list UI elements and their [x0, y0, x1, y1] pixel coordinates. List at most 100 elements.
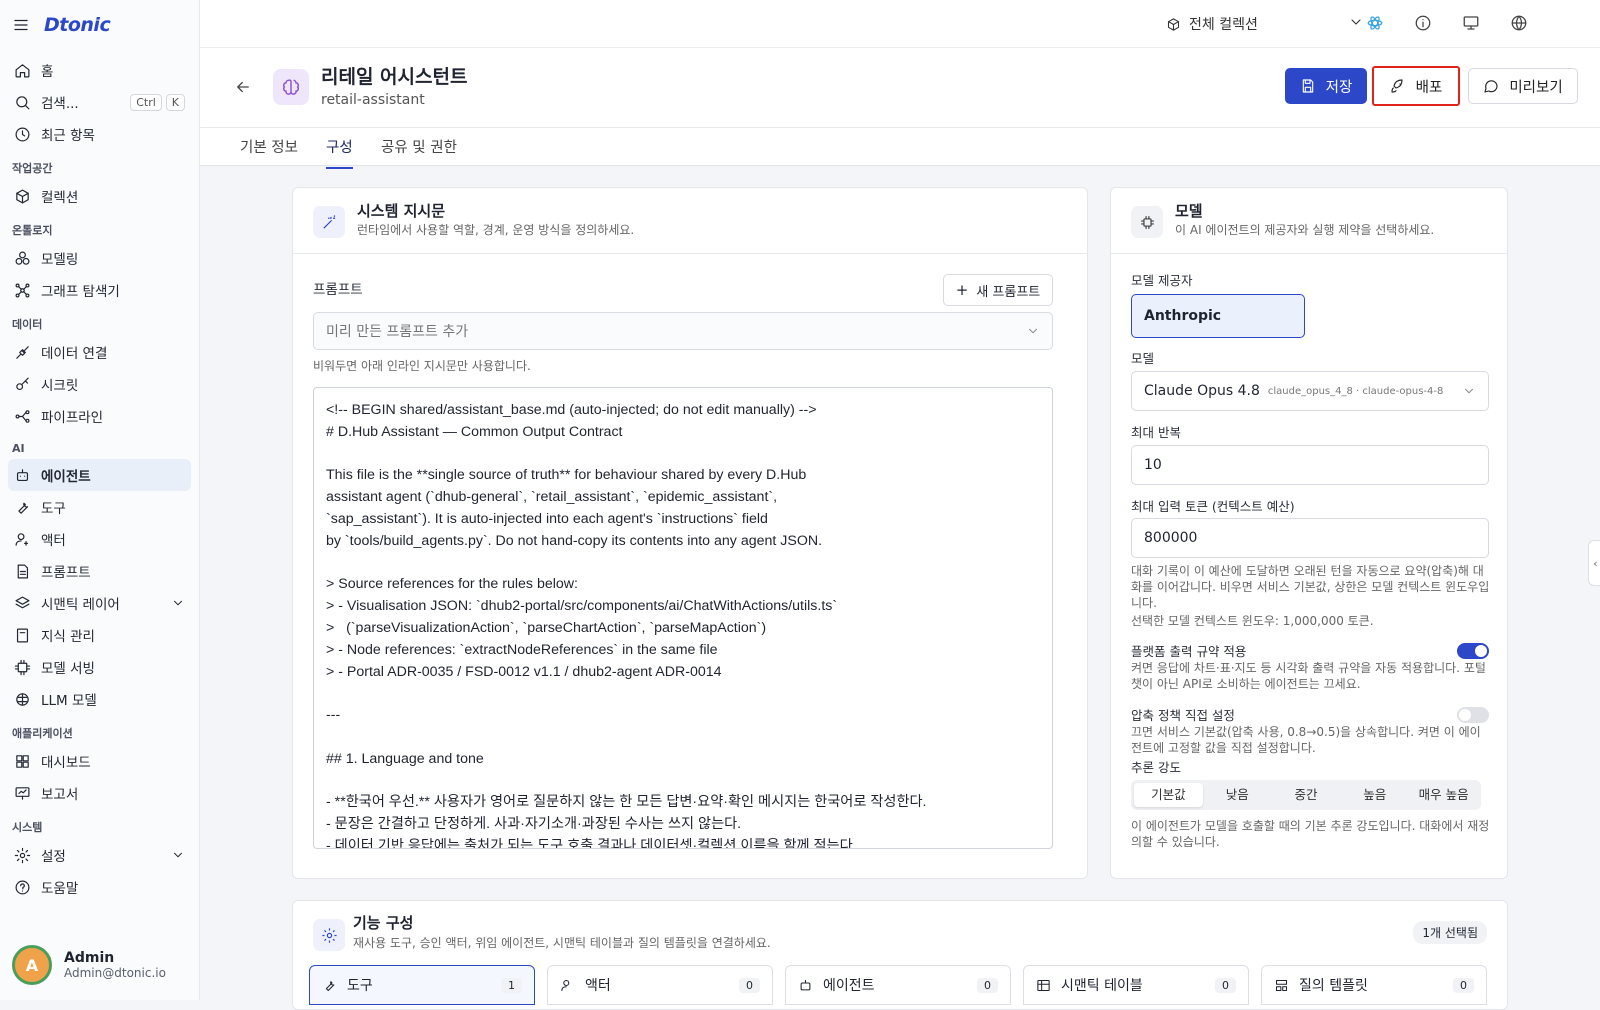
monitor-icon[interactable]: [1462, 14, 1480, 32]
tab-sharing[interactable]: 공유 및 권한: [381, 136, 457, 167]
top-bar: 전체 컬렉션: [200, 0, 1600, 48]
platform-contract-toggle[interactable]: [1457, 643, 1489, 659]
reasoning-option[interactable]: 낮음: [1203, 783, 1272, 807]
prompt-label: 프롬프트: [313, 282, 363, 298]
clock-icon: [14, 126, 31, 143]
model-select[interactable]: Claude Opus 4.8 claude_opus_4_8 · claude…: [1131, 371, 1489, 411]
sidebar-item-label: 프롬프트: [41, 565, 91, 581]
save-button[interactable]: 저장: [1285, 68, 1367, 104]
table-icon: [1036, 978, 1051, 993]
provider-anthropic[interactable]: Anthropic: [1131, 294, 1305, 338]
plug-icon: [14, 344, 31, 361]
feature-tab-tools[interactable]: 도구 1: [309, 965, 535, 1005]
sidebar-item-tool[interactable]: 도구: [8, 491, 191, 523]
sidebar-item-knowledge[interactable]: 지식 관리: [8, 619, 191, 651]
graph-icon: [14, 282, 31, 299]
sidebar-item-semantic-layer[interactable]: 시맨틱 레이어: [8, 587, 191, 619]
max-iterations-input[interactable]: 10: [1131, 445, 1489, 485]
max-tokens-input[interactable]: 800000: [1131, 518, 1489, 558]
sidebar-item-label: 도움말: [41, 881, 79, 897]
sidebar-item-label: 모델링: [41, 252, 79, 268]
sidebar-item-label: 홈: [41, 64, 54, 80]
card-subtitle: 이 AI 에이전트의 제공자와 실행 제약을 선택하세요.: [1175, 223, 1435, 237]
info-icon[interactable]: [1414, 14, 1432, 32]
tab-configuration[interactable]: 구성: [326, 136, 353, 169]
sidebar-item-label: 검색...: [41, 96, 79, 112]
sidebar-item-graph[interactable]: 그래프 탐색기: [8, 274, 191, 306]
sidebar-item-help[interactable]: 도움말: [8, 871, 191, 903]
wrench-icon: [14, 499, 31, 516]
collection-selector[interactable]: 전체 컬렉션: [1166, 14, 1361, 34]
tokens-hint: 대화 기록이 이 예산에 도달하면 오래된 턴을 자동으로 요약(압축)해 대화…: [1131, 564, 1490, 610]
instruction-textarea[interactable]: <!-- BEGIN shared/assistant_base.md (aut…: [313, 387, 1053, 849]
help-circle-icon: [14, 879, 31, 896]
sidebar-item-settings[interactable]: 설정: [8, 839, 191, 871]
sidebar-item-home[interactable]: 홈: [8, 54, 191, 86]
feature-tab-agents[interactable]: 에이전트 0: [785, 965, 1011, 1005]
new-prompt-button[interactable]: + 새 프롬프트: [943, 274, 1053, 306]
feature-tab-actors[interactable]: 액터 0: [547, 965, 773, 1005]
sidebar-item-agent[interactable]: 에이전트: [8, 459, 191, 491]
reasoning-option[interactable]: 매우 높음: [1409, 783, 1478, 807]
sidebar-item-model-serving[interactable]: 모델 서빙: [8, 651, 191, 683]
sidebar-item-data-connection[interactable]: 데이터 연결: [8, 336, 191, 368]
sidebar-item-search[interactable]: 검색... Ctrl K: [8, 86, 191, 118]
card-subtitle: 런타임에서 사용할 역할, 경계, 운영 방식을 정의하세요.: [357, 223, 635, 237]
sidebar-item-recent[interactable]: 최근 항목: [8, 118, 191, 150]
sidebar-item-label: 에이전트: [41, 469, 91, 485]
sidebar-item-label: 파이프라인: [41, 410, 104, 426]
rocket-icon: [1390, 78, 1406, 94]
chevron-down-icon: [1462, 384, 1476, 398]
compression-label: 압축 정책 직접 설정: [1131, 708, 1235, 723]
save-icon: [1300, 78, 1316, 94]
chevron-down-icon[interactable]: [171, 596, 185, 610]
sidebar-item-llm[interactable]: LLM 모델: [8, 683, 191, 715]
deploy-button[interactable]: 배포: [1372, 66, 1460, 106]
compression-hint: 끄면 서비스 기본값(압축 사용, 0.8→0.5)을 상속합니다. 켜면 이 …: [1131, 725, 1481, 755]
config-tabs: 기본 정보 구성 공유 및 권한: [200, 128, 1600, 169]
sidebar-item-report[interactable]: 보고서: [8, 777, 191, 809]
sidebar-item-label: 대시보드: [41, 755, 91, 771]
section-ai: AI: [12, 442, 25, 455]
sidebar-item-modeling[interactable]: 모델링: [8, 242, 191, 274]
sidebar-item-pipeline[interactable]: 파이프라인: [8, 400, 191, 432]
reasoning-label: 추론 강도: [1131, 760, 1181, 775]
count-badge: 0: [1215, 977, 1236, 993]
platform-contract-label: 플랫폼 출력 규약 적용: [1131, 644, 1247, 659]
sidebar-item-prompt[interactable]: 프롬프트: [8, 555, 191, 587]
cube-icon: [1166, 17, 1181, 32]
plus-icon: +: [955, 281, 969, 299]
sidebar-item-secret[interactable]: 시크릿: [8, 368, 191, 400]
panel-collapse-handle[interactable]: ‹: [1588, 540, 1600, 586]
avatar: A: [12, 945, 52, 985]
prompt-template-select[interactable]: 미리 만든 프롬프트 추가: [313, 312, 1053, 350]
sidebar-item-label: 보고서: [41, 787, 79, 803]
chip-icon: [1131, 206, 1163, 238]
chevron-down-icon[interactable]: [171, 848, 185, 862]
sidebar-item-actor[interactable]: 액터: [8, 523, 191, 555]
reasoning-option[interactable]: 기본값: [1134, 783, 1203, 807]
tab-basic-info[interactable]: 기본 정보: [240, 136, 298, 167]
sidebar-item-label: 설정: [41, 849, 66, 865]
feature-tab-query-templates[interactable]: 질의 템플릿 0: [1261, 965, 1487, 1005]
react-icon[interactable]: [1366, 14, 1384, 32]
user-email: Admin@dtonic.io: [64, 966, 166, 980]
user-name: Admin: [64, 950, 115, 966]
reasoning-option[interactable]: 높음: [1340, 783, 1409, 807]
menu-icon[interactable]: [12, 16, 30, 34]
sidebar-item-dashboard[interactable]: 대시보드: [8, 745, 191, 777]
sidebar-item-label: 시맨틱 레이어: [41, 597, 120, 613]
back-arrow-icon[interactable]: [234, 78, 252, 96]
reasoning-option[interactable]: 중간: [1272, 783, 1341, 807]
features-card: 기능 구성 재사용 도구, 승인 액터, 위임 에이전트, 시맨틱 테이블과 질…: [292, 900, 1508, 1010]
preview-button[interactable]: 미리보기: [1468, 68, 1578, 104]
compression-toggle[interactable]: [1457, 707, 1489, 723]
globe-icon[interactable]: [1510, 14, 1528, 32]
home-icon: [14, 62, 31, 79]
sidebar: Dtonic 홈 검색... Ctrl K 최근 항목 작업공간 컬렉션 온톨로…: [0, 0, 200, 1000]
user-profile[interactable]: A Admin Admin@dtonic.io: [0, 930, 200, 1000]
dtonic-logo[interactable]: Dtonic: [44, 14, 111, 36]
sidebar-item-collection[interactable]: 컬렉션: [8, 180, 191, 212]
card-subtitle: 재사용 도구, 승인 액터, 위임 에이전트, 시맨틱 테이블과 질의 템플릿을…: [353, 936, 771, 950]
feature-tab-semantic-tables[interactable]: 시맨틱 테이블 0: [1023, 965, 1249, 1005]
